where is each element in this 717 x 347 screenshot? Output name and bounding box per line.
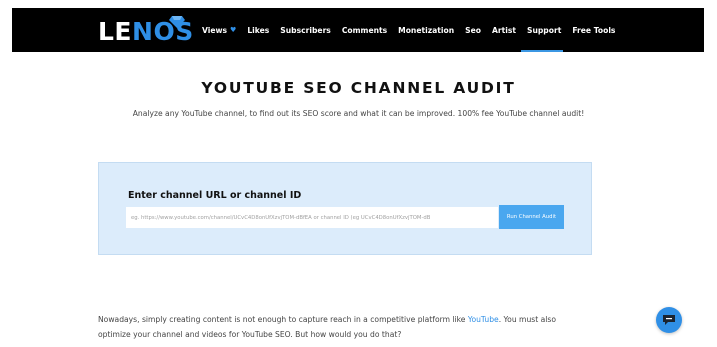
nav-subscribers[interactable]: Subscribers (280, 26, 331, 35)
main-nav: Views ♥ Likes Subscribers Comments Monet… (202, 8, 626, 52)
run-audit-button[interactable]: Run Channel Audit (499, 205, 564, 229)
logo-prefix: LE (98, 17, 133, 46)
nav-artist[interactable]: Artist (492, 26, 516, 35)
chat-icon (663, 315, 675, 325)
site-header: LENOS Views ♥ Likes Subscribers Comments… (12, 8, 704, 52)
page-subtitle: Analyze any YouTube channel, to find out… (132, 109, 585, 118)
channel-url-input[interactable] (126, 207, 498, 228)
youtube-link[interactable]: YouTube (468, 315, 499, 324)
audit-label: Enter channel URL or channel ID (128, 190, 302, 201)
heart-icon: ♥ (230, 26, 237, 34)
nav-free-tools[interactable]: Free Tools (572, 26, 615, 35)
nav-seo[interactable]: Seo (465, 26, 481, 35)
nav-support[interactable]: Support (527, 26, 561, 35)
intro-paragraph: Nowadays, simply creating content is not… (98, 312, 588, 342)
nav-monetization[interactable]: Monetization (398, 26, 454, 35)
diamond-icon (169, 16, 185, 28)
nav-active-underline (521, 50, 563, 52)
nav-views[interactable]: Views ♥ (202, 26, 236, 35)
audit-form: Enter channel URL or channel ID Run Chan… (98, 162, 592, 255)
chat-button[interactable] (656, 307, 682, 333)
nav-comments[interactable]: Comments (342, 26, 387, 35)
nav-views-label: Views (202, 25, 228, 35)
intro-text-start: Nowadays, simply creating content is not… (98, 315, 468, 324)
page-title: YOUTUBE SEO CHANNEL AUDIT (201, 79, 516, 97)
nav-likes[interactable]: Likes (247, 26, 269, 35)
